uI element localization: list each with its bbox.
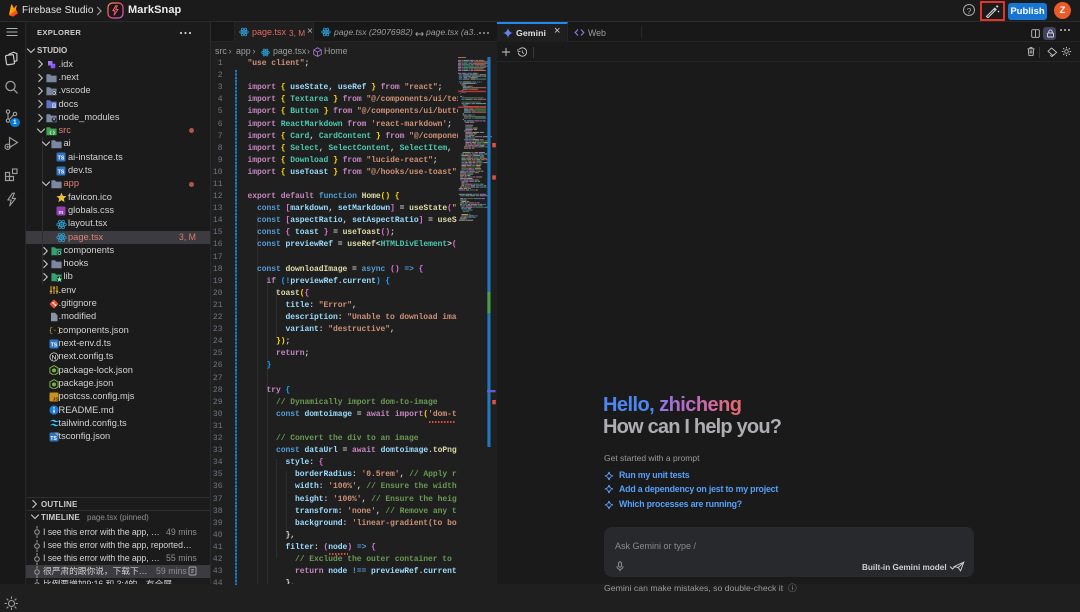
svg-text:★: ★ — [55, 275, 61, 282]
svg-text:TS: TS — [57, 156, 64, 162]
svg-text:TS: TS — [50, 436, 57, 442]
svg-text:m: m — [58, 209, 63, 215]
svg-text:TS: TS — [51, 342, 58, 348]
svg-text:N: N — [52, 354, 57, 361]
svg-text:TS: TS — [57, 169, 64, 175]
